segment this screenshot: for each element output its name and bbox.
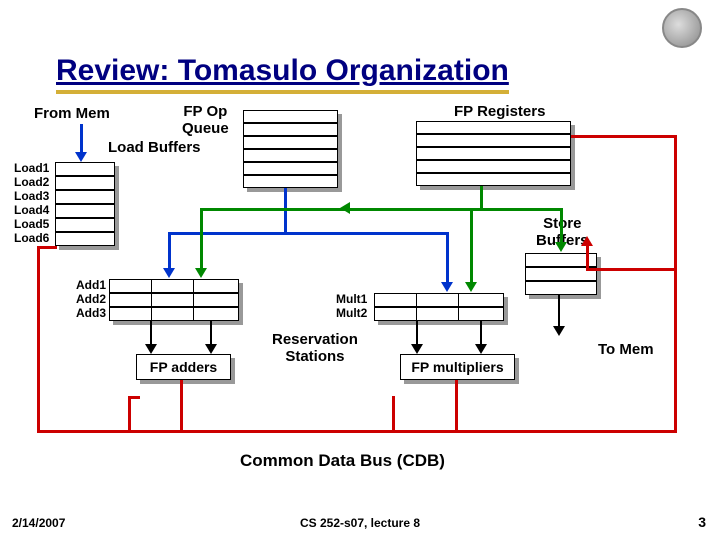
- footer-course: CS 252-s07, lecture 8: [300, 516, 420, 530]
- mult-rs-stack: [374, 293, 504, 321]
- reservation-stations-label: Reservation Stations: [272, 332, 358, 365]
- load-row-4: Load4: [14, 204, 49, 217]
- load-row-2: Load2: [14, 176, 49, 189]
- fp-registers-stack: [416, 121, 571, 186]
- load-row-3: Load3: [14, 190, 49, 203]
- add-row-3: Add3: [76, 307, 106, 320]
- load-buffers-label: Load Buffers: [108, 140, 201, 157]
- to-mem-label: To Mem: [598, 342, 654, 359]
- institution-seal-icon: [662, 8, 702, 48]
- load-row-5: Load5: [14, 218, 49, 231]
- add-rs-stack: [109, 279, 239, 321]
- load-row-6: Load6: [14, 232, 49, 245]
- cdb-bus: [37, 430, 677, 433]
- fp-registers-label: FP Registers: [454, 104, 545, 121]
- mult-row-2: Mult2: [336, 307, 367, 320]
- fp-adders-box: FP adders: [136, 354, 231, 380]
- footer-page: 3: [698, 514, 706, 530]
- fp-op-queue-stack: [243, 110, 338, 188]
- load-buffers-stack: [55, 162, 115, 246]
- fp-multipliers-box: FP multipliers: [400, 354, 515, 380]
- fp-op-queue-label: FP Op Queue: [182, 104, 229, 137]
- add-row-2: Add2: [76, 293, 106, 306]
- from-mem-label: From Mem: [34, 106, 110, 123]
- footer-date: 2/14/2007: [12, 516, 65, 530]
- cdb-label: Common Data Bus (CDB): [240, 452, 445, 471]
- fp-op-queue-line2: Queue: [182, 120, 229, 137]
- add-row-1: Add1: [76, 279, 106, 292]
- slide-title: Review: Tomasulo Organization: [56, 54, 509, 94]
- fp-op-queue-line1: FP Op: [183, 103, 227, 120]
- arrow-frommem-loadbuf: [80, 124, 83, 154]
- load-row-1: Load1: [14, 162, 49, 175]
- mult-row-1: Mult1: [336, 293, 367, 306]
